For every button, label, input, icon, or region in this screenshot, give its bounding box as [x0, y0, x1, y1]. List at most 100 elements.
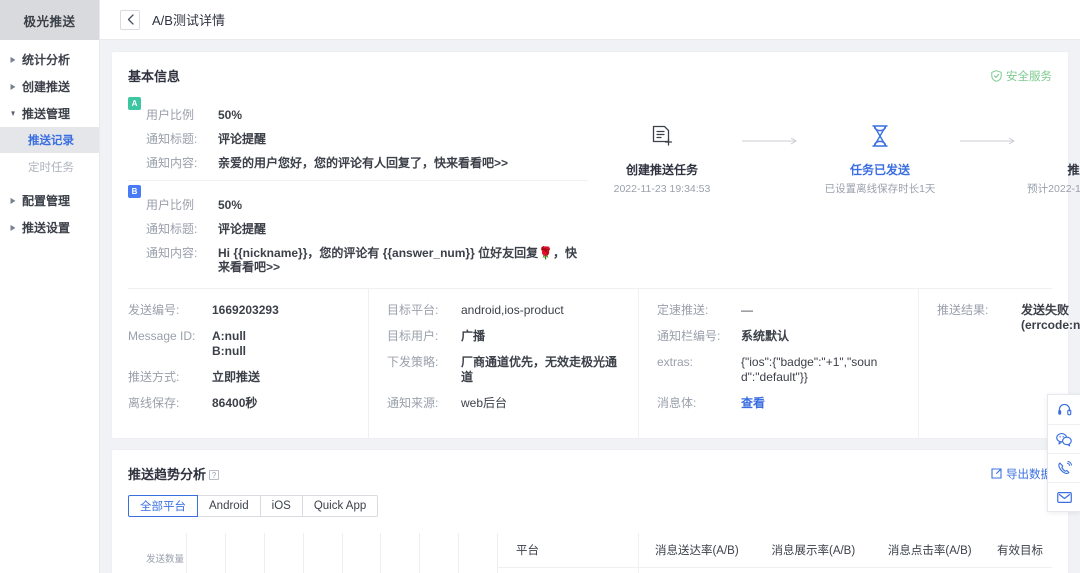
- detail-row: 下发策略: 厂商通道优先，无效走极光通道: [387, 355, 638, 385]
- detail-value: —: [741, 303, 753, 317]
- safe-service-badge: 安全服务: [991, 68, 1052, 84]
- detail-col-1: 发送编号: 1669203293 Message ID: A:null B:nu…: [128, 289, 368, 438]
- chart-grid-cell: [419, 533, 458, 573]
- th-valid-target: 有效目标: [988, 533, 1052, 568]
- headset-icon: [1057, 403, 1071, 416]
- sidebar-item-push-settings[interactable]: ▶ 推送设置: [0, 214, 99, 240]
- detail-value: 发送失败(errcode:null,errmsg:): [1021, 303, 1080, 332]
- sidebar-item-label: 推送管理: [22, 106, 71, 121]
- detail-label: 目标平台:: [387, 303, 439, 317]
- view-message-body-link[interactable]: 查看: [741, 396, 765, 411]
- step-sub: 已设置离线保存时长1天: [824, 183, 936, 195]
- step-arrow-2: [954, 119, 1024, 145]
- detail-col-3: 定速推送: — 通知栏编号: 系统默认 extras: {"ios":{"bad…: [638, 289, 918, 438]
- arrow-right-icon: [742, 137, 797, 145]
- detail-label: 消息体:: [657, 396, 697, 410]
- variant-b-rows: 用户比例 50% 通知标题: 评论提醒 通知内容: Hi {{nickname}…: [128, 186, 588, 274]
- push-progress-steps: 创建推送任务 2022-11-23 19:34:53 任务已发送 已设置离线保存…: [588, 85, 1080, 284]
- step-label: 推送成功?: [1024, 161, 1080, 178]
- chart-grid-cell: [263, 533, 303, 573]
- chart-y-label: 发送数量: [145, 554, 184, 565]
- chart-grid-cell: [380, 533, 419, 573]
- detail-label: 推送方式:: [128, 370, 180, 384]
- row-label: 用户比例: [146, 198, 195, 212]
- basic-info-header: 基本信息 安全服务: [128, 66, 1052, 85]
- step-task-sent: 任务已发送 已设置离线保存时长1天: [806, 119, 954, 196]
- detail-row: 消息体: 查看: [657, 396, 918, 411]
- detail-row: 定速推送: —: [657, 303, 918, 318]
- sidebar: 极光推送 ▶ 统计分析 ▶ 创建推送 ▼ 推送管理 推送记录 定时任务 ▶ 配置…: [0, 0, 100, 573]
- variants-column: A 用户比例 50% 通知标题: 评论提醒 通知内容: 亲爱的用户您好，您的评论…: [128, 85, 588, 284]
- topbar: A/B测试详情: [100, 0, 1080, 40]
- row-value: Hi {{nickname}}，您的评论有 {{answer_num}} 位好友…: [218, 246, 578, 274]
- sidebar-item-scheduled-tasks[interactable]: 定时任务: [0, 154, 99, 180]
- step-icon-wrap: [1024, 119, 1080, 153]
- stats-table-body: 全部平台 0% 0%: [498, 567, 1052, 573]
- help-icon[interactable]: ?: [209, 470, 220, 480]
- th-display-rate: 消息展示率(A/B): [755, 533, 872, 568]
- back-button[interactable]: [120, 9, 140, 30]
- sidebar-item-label: 创建推送: [22, 79, 71, 94]
- row-value: 50%: [218, 198, 243, 212]
- detail-label: 通知来源:: [387, 396, 439, 410]
- sidebar-subitem-label: 推送记录: [28, 135, 74, 147]
- chart-grid-cell: [458, 533, 498, 573]
- detail-label: 离线保存:: [128, 396, 180, 410]
- detail-row: 通知来源: web后台: [387, 396, 638, 411]
- trend-analysis-card: 推送趋势分析? 导出数据 全部平台 Android iOS Quick App: [112, 450, 1068, 573]
- stats-table-wrap: 平台 消息送达率(A/B) 消息展示率(A/B) 消息点击率(A/B) 有效目标…: [498, 533, 1052, 573]
- phone-call-button[interactable]: [1048, 453, 1080, 482]
- content-scroll: 基本信息 安全服务 A 用户比例 50% 通知标题: 评论提醒 通知内容: 亲爱…: [100, 40, 1080, 573]
- detail-label: Message ID:: [128, 329, 196, 343]
- email-button[interactable]: [1048, 482, 1080, 511]
- detail-row: 目标用户: 广播: [387, 329, 638, 344]
- tab-quick-app[interactable]: Quick App: [302, 495, 379, 517]
- platform-tabs: 全部平台 Android iOS Quick App: [128, 495, 1052, 517]
- main-column: A/B测试详情 基本信息 安全服务 A 用户比例 50% 通知标题: 评论提醒 …: [100, 0, 1080, 573]
- step-label: 创建推送任务: [625, 163, 698, 177]
- chart-grid-cell: [186, 533, 225, 573]
- sidebar-item-statistics[interactable]: ▶ 统计分析: [0, 46, 99, 72]
- chevron-right-icon: ▶: [10, 54, 16, 64]
- stats-table-head: 平台 消息送达率(A/B) 消息展示率(A/B) 消息点击率(A/B) 有效目标: [498, 533, 1052, 568]
- trend-chart: 发送数量 送达数量: [128, 533, 498, 573]
- variant-tag-b: B: [128, 185, 141, 198]
- wechat-chat-button[interactable]: [1048, 424, 1080, 453]
- sidebar-item-label: 统计分析: [22, 52, 71, 67]
- sidebar-subitem-label: 定时任务: [28, 162, 74, 174]
- sidebar-item-config-management[interactable]: ▶ 配置管理: [0, 187, 99, 213]
- sidebar-item-push-management[interactable]: ▼ 推送管理: [0, 100, 99, 126]
- variant-row: 通知标题: 评论提醒: [146, 132, 588, 146]
- document-add-icon: [652, 125, 673, 146]
- export-data-button[interactable]: 导出数据: [991, 466, 1052, 482]
- tab-ios[interactable]: iOS: [260, 495, 303, 517]
- trend-title: 推送趋势分析?: [128, 464, 220, 483]
- variant-row: 用户比例 50%: [146, 108, 588, 122]
- detail-value: 1669203293: [212, 303, 279, 317]
- sidebar-item-label: 推送设置: [22, 220, 71, 235]
- detail-value: 86400秒: [212, 396, 258, 410]
- cell-valid-target: 0: [988, 567, 1052, 573]
- detail-row: 发送编号: 1669203293: [128, 303, 368, 318]
- th-click-rate: 消息点击率(A/B): [871, 533, 988, 568]
- row-label: 通知标题:: [146, 132, 198, 146]
- detail-row: 目标平台: android,ios-product: [387, 303, 638, 318]
- row-label: 通知内容:: [146, 246, 198, 260]
- tab-android[interactable]: Android: [198, 495, 261, 517]
- support-headset-button[interactable]: [1048, 395, 1080, 424]
- table-row: 全部平台 0% 0%: [498, 567, 1052, 573]
- detail-label: 定速推送:: [657, 303, 709, 317]
- cell-platform: 全部平台: [498, 567, 639, 573]
- chevron-down-icon: ▼: [9, 108, 17, 118]
- detail-value: 立即推送: [212, 370, 261, 384]
- sidebar-item-push-records[interactable]: 推送记录: [0, 127, 99, 153]
- sidebar-item-create-push[interactable]: ▶ 创建推送: [0, 73, 99, 99]
- table-header-row: 平台 消息送达率(A/B) 消息展示率(A/B) 消息点击率(A/B) 有效目标: [498, 533, 1052, 568]
- detail-label: 推送结果:: [937, 303, 989, 317]
- chart-grid-cell: [302, 533, 342, 573]
- chevron-right-icon: ▶: [10, 81, 16, 91]
- trend-body: 发送数量 送达数量 平台 消息送达率(A/B) 消息展示率(A/B): [128, 533, 1052, 573]
- tab-all-platforms[interactable]: 全部平台: [128, 495, 198, 517]
- detail-value: web后台: [461, 396, 508, 410]
- chevron-right-icon: ▶: [10, 222, 16, 232]
